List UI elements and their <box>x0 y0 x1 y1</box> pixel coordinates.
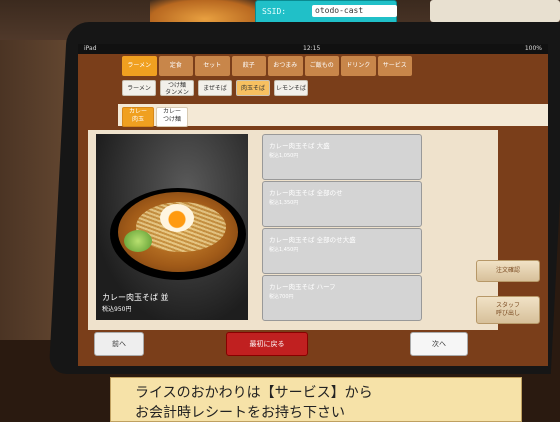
paper-notice: ライスのおかわりは【サービス】から お会計時レシートをお持ち下さい <box>110 377 522 422</box>
item-price: 税込1,050円 <box>269 153 299 159</box>
tab-drink[interactable]: ドリンク <box>341 56 376 76</box>
subtab-tsukemen[interactable]: つけ麺 タンメン <box>160 80 194 96</box>
item-card[interactable]: カレー肉玉そば ハーフ 税込700円 <box>262 275 422 321</box>
tab-otsumami[interactable]: おつまみ <box>268 56 303 76</box>
egg-image <box>160 204 194 232</box>
menu-content: カレー肉玉そば 並 税込950円 カレー肉玉そば 大盛 税込1,050円 カレー… <box>88 130 498 330</box>
item-name: カレー肉玉そば ハーフ <box>269 283 336 291</box>
item-card[interactable]: カレー肉玉そば 大盛 税込1,050円 <box>262 134 422 180</box>
tab-set[interactable]: セット <box>195 56 230 76</box>
subtab-lemon[interactable]: レモンそば <box>274 80 308 96</box>
item-name: カレー肉玉そば 全部のせ <box>269 189 343 197</box>
call-staff-button[interactable]: スタッフ 呼び出し <box>476 296 540 324</box>
home-button[interactable]: 最初に戻る <box>226 332 308 356</box>
featured-item-card[interactable]: カレー肉玉そば 並 税込950円 <box>96 134 248 320</box>
featured-caption: カレー肉玉そば 並 税込950円 <box>102 292 169 313</box>
subtab-mazesoba[interactable]: まぜそば <box>198 80 232 96</box>
item-price: 税込1,450円 <box>269 247 299 253</box>
tab-teishoku[interactable]: 定食 <box>158 56 193 76</box>
typetab-curry-nikutama[interactable]: カレー 肉玉 <box>122 107 154 127</box>
item-name: カレー肉玉そば 全部のせ大盛 <box>269 236 356 244</box>
tablet-screen: iPad 12:15 100% ラーメン 定食 セット 餃子 おつまみ ご飯もの… <box>78 44 548 366</box>
prev-button[interactable]: 前へ <box>94 332 144 356</box>
greens-image <box>124 230 152 252</box>
device-label: iPad <box>84 45 97 52</box>
navigation-bar: 前へ 最初に戻る 次へ <box>86 330 506 360</box>
category-tabs: ラーメン 定食 セット 餃子 おつまみ ご飯もの ドリンク サービス <box>122 56 412 76</box>
item-card[interactable]: カレー肉玉そば 全部のせ大盛 税込1,450円 <box>262 228 422 274</box>
battery-level: 100% <box>524 45 542 52</box>
item-name: カレー肉玉そば 大盛 <box>269 142 330 150</box>
notice-line-2: お会計時レシートをお持ち下さい <box>135 405 345 421</box>
paper-card <box>430 0 560 22</box>
wifi-ssid-label: SSID: <box>262 7 287 16</box>
scene: { "wifi": {"ssid_label": "SSID:", "ssid_… <box>0 0 560 422</box>
typetab-curry-tsukemen[interactable]: カレー つけ麺 <box>156 107 188 127</box>
item-price: 税込700円 <box>269 294 294 300</box>
tab-gyoza[interactable]: 餃子 <box>231 56 266 76</box>
order-confirm-button[interactable]: 注文確認 <box>476 260 540 282</box>
featured-price: 税込950円 <box>102 306 132 313</box>
item-card[interactable]: カレー肉玉そば 全部のせ 税込1,350円 <box>262 181 422 227</box>
tab-service[interactable]: サービス <box>377 56 412 76</box>
status-bar: iPad 12:15 100% <box>78 44 548 54</box>
type-tabs: カレー 肉玉 カレー つけ麺 <box>118 104 548 127</box>
wifi-ssid-value: otodo-cast <box>312 5 397 17</box>
subcategory-tabs: ラーメン つけ麺 タンメン まぜそば 肉玉そば レモンそば <box>122 80 482 96</box>
subtab-ramen[interactable]: ラーメン <box>122 80 156 96</box>
notice-line-1: ライスのおかわりは【サービス】から <box>135 385 373 401</box>
clock: 12:15 <box>303 45 321 52</box>
tab-ramen[interactable]: ラーメン <box>122 56 157 76</box>
next-button[interactable]: 次へ <box>410 332 468 356</box>
item-price: 税込1,350円 <box>269 200 299 206</box>
item-list: カレー肉玉そば 大盛 税込1,050円 カレー肉玉そば 全部のせ 税込1,350… <box>262 134 422 321</box>
featured-name: カレー肉玉そば 並 <box>102 293 169 302</box>
tab-gohan[interactable]: ご飯もの <box>304 56 339 76</box>
subtab-nikutama[interactable]: 肉玉そば <box>236 80 270 96</box>
wifi-ssid-line: SSID: otodo-cast <box>262 5 397 17</box>
